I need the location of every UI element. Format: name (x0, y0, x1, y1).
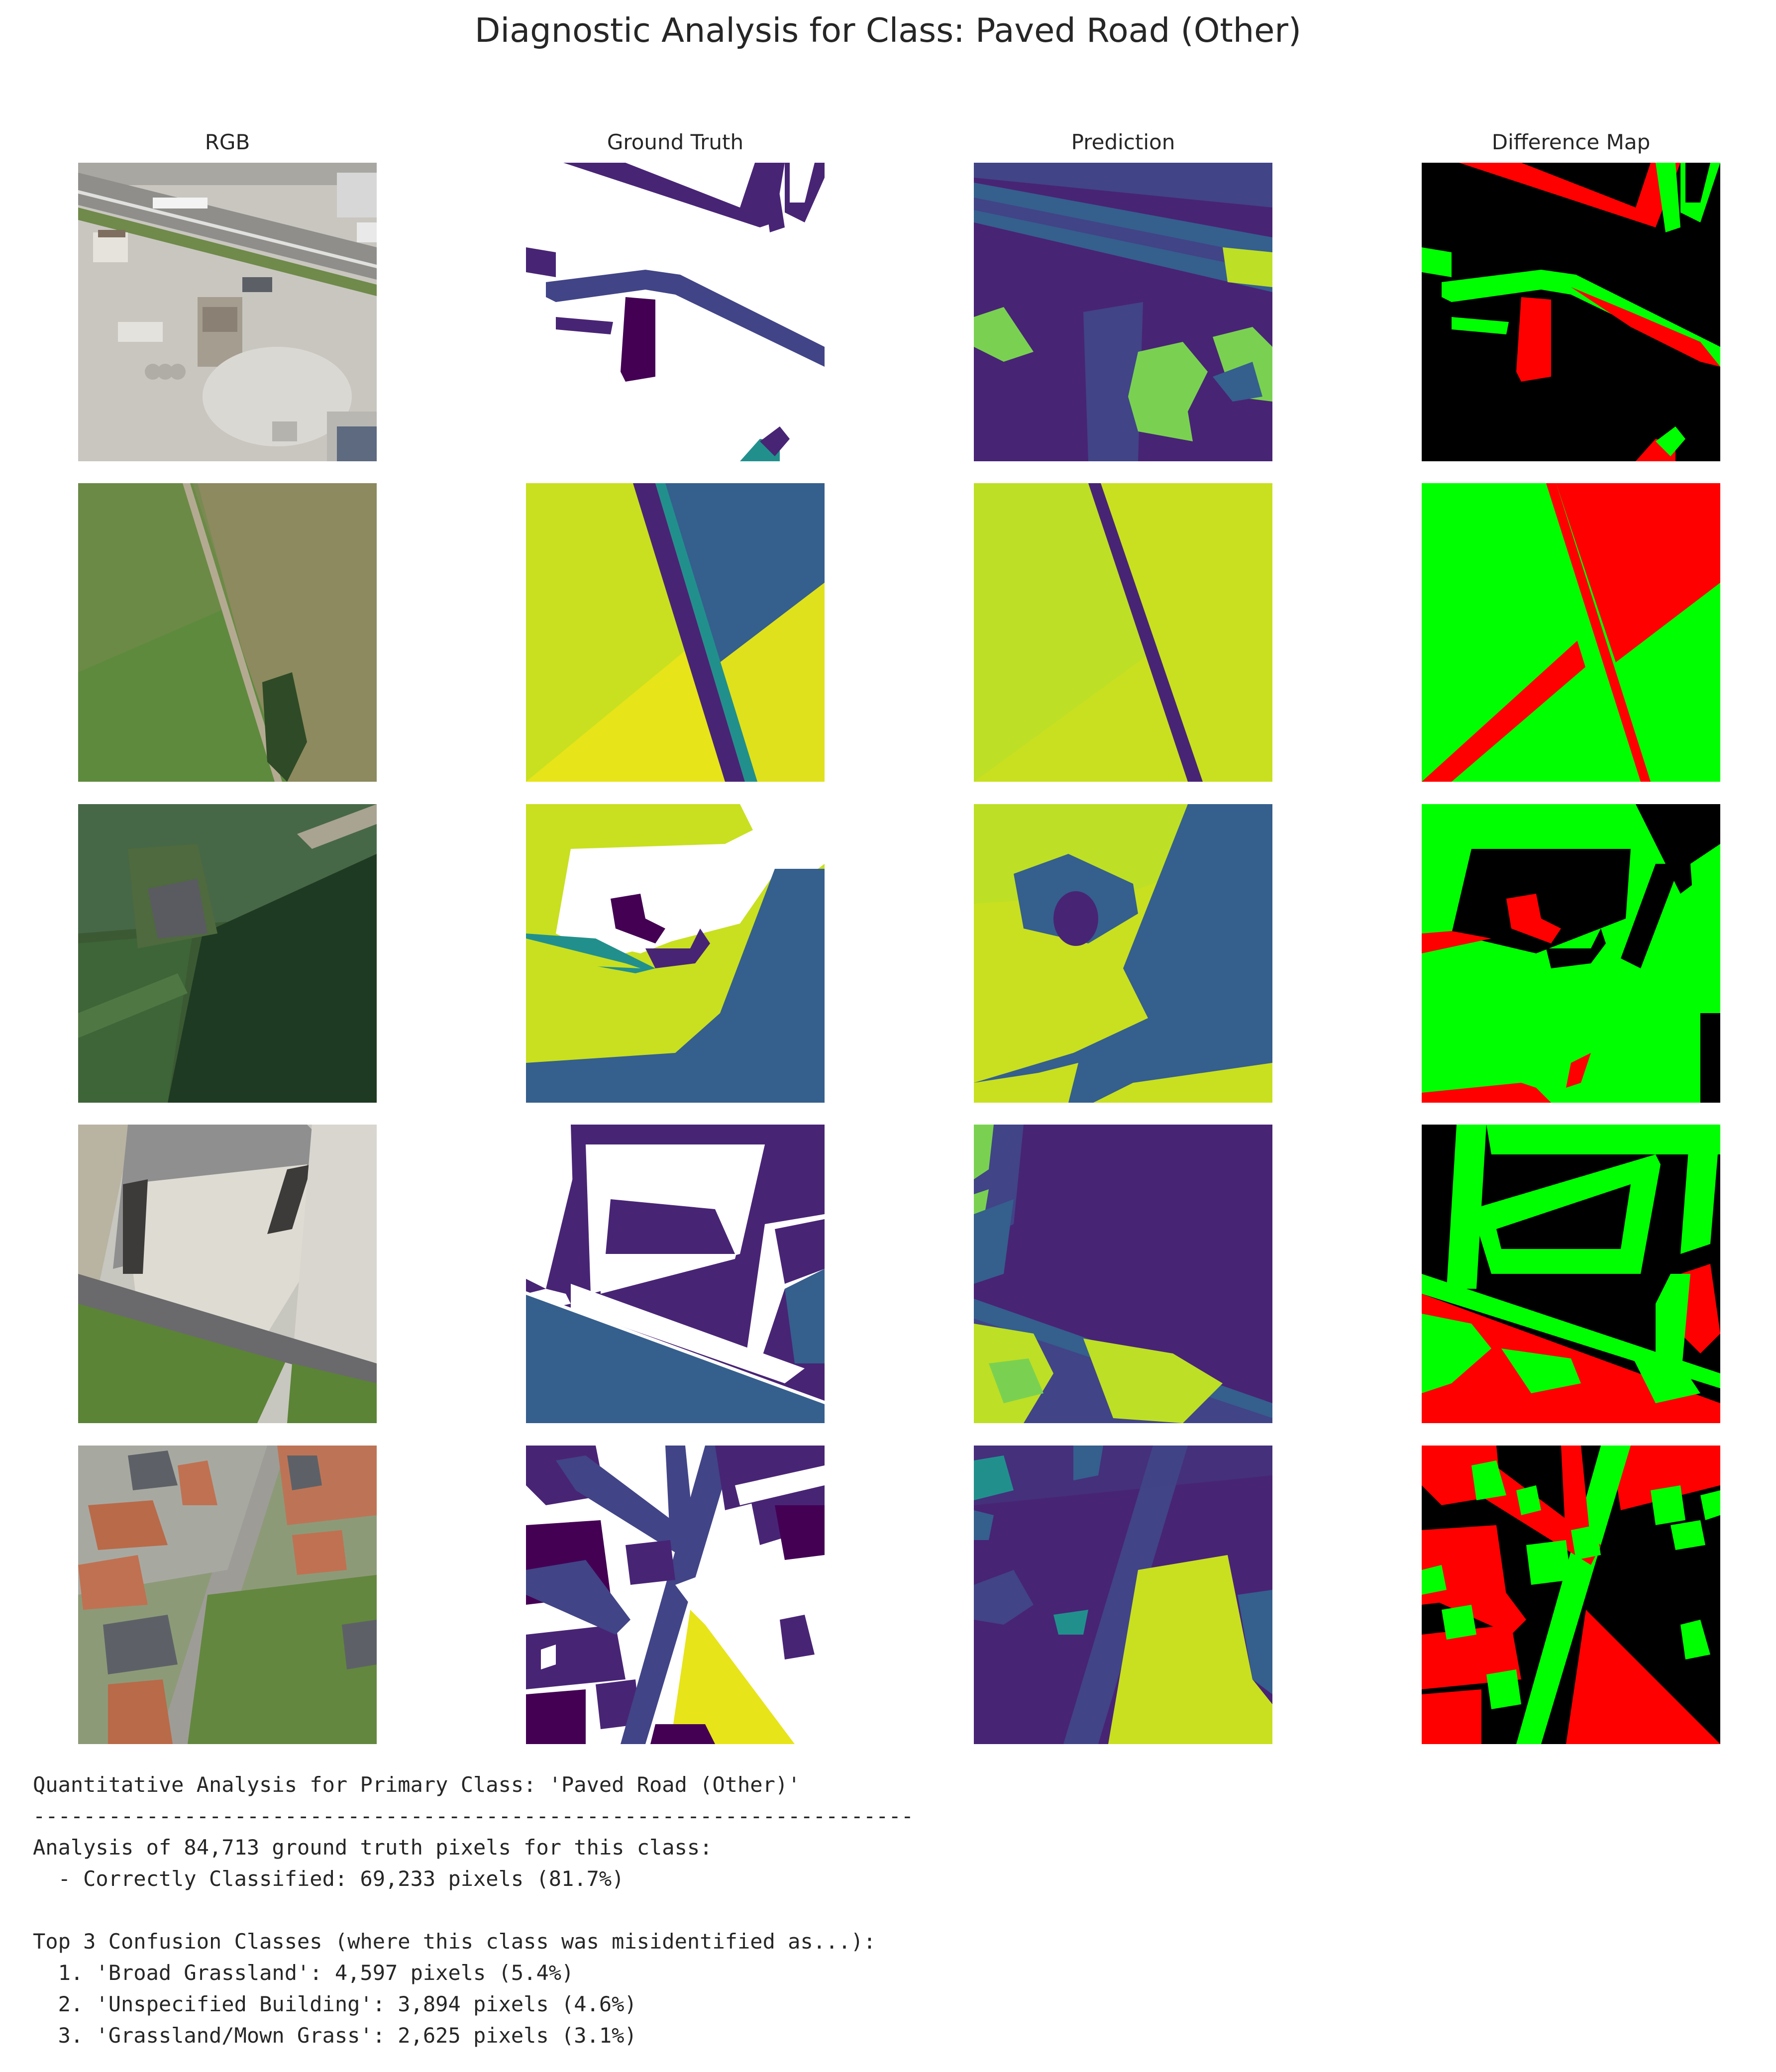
row5-difference-map (1422, 1446, 1720, 1744)
row1-difference-map (1422, 163, 1720, 461)
column-title-prediction: Prediction (1071, 130, 1175, 154)
confusion-item-3: 3. 'Grassland/Mown Grass': 2,625 pixels … (33, 2023, 637, 2048)
row4-rgb-image (78, 1125, 377, 1423)
row4-difference-map (1422, 1125, 1720, 1423)
row5-prediction-mask (974, 1446, 1272, 1744)
analysis-summary: Analysis of 84,713 ground truth pixels f… (33, 1835, 713, 1860)
row3-difference-map (1422, 804, 1720, 1103)
analysis-separator: ----------------------------------------… (33, 1804, 914, 1828)
analysis-heading: Quantitative Analysis for Primary Class:… (33, 1772, 801, 1797)
row2-prediction-mask (974, 483, 1272, 782)
figure-title: Diagnostic Analysis for Class: Paved Roa… (474, 11, 1302, 50)
analysis-correct: - Correctly Classified: 69,233 pixels (8… (33, 1866, 625, 1891)
row1-ground-truth-mask (526, 163, 825, 461)
row1-rgb-image (78, 163, 377, 461)
quantitative-analysis-text: Quantitative Analysis for Primary Class:… (33, 1769, 914, 2051)
row5-rgb-image (78, 1446, 377, 1744)
row3-prediction-mask (974, 804, 1272, 1103)
confusion-item-1: 1. 'Broad Grassland': 4,597 pixels (5.4%… (33, 1961, 574, 1985)
confusion-item-2: 2. 'Unspecified Building': 3,894 pixels … (33, 1992, 637, 2016)
row5-ground-truth-mask (526, 1446, 825, 1744)
column-title-ground-truth: Ground Truth (607, 130, 744, 154)
row3-ground-truth-mask (526, 804, 825, 1103)
row2-ground-truth-mask (526, 483, 825, 782)
column-title-difference-map: Difference Map (1491, 130, 1651, 154)
row3-rgb-image (78, 804, 377, 1103)
row1-prediction-mask (974, 163, 1272, 461)
confusion-heading: Top 3 Confusion Classes (where this clas… (33, 1929, 876, 1954)
row4-prediction-mask (974, 1125, 1272, 1423)
row4-ground-truth-mask (526, 1125, 825, 1423)
column-title-rgb: RGB (205, 130, 250, 154)
row2-difference-map (1422, 483, 1720, 782)
row2-rgb-image (78, 483, 377, 782)
